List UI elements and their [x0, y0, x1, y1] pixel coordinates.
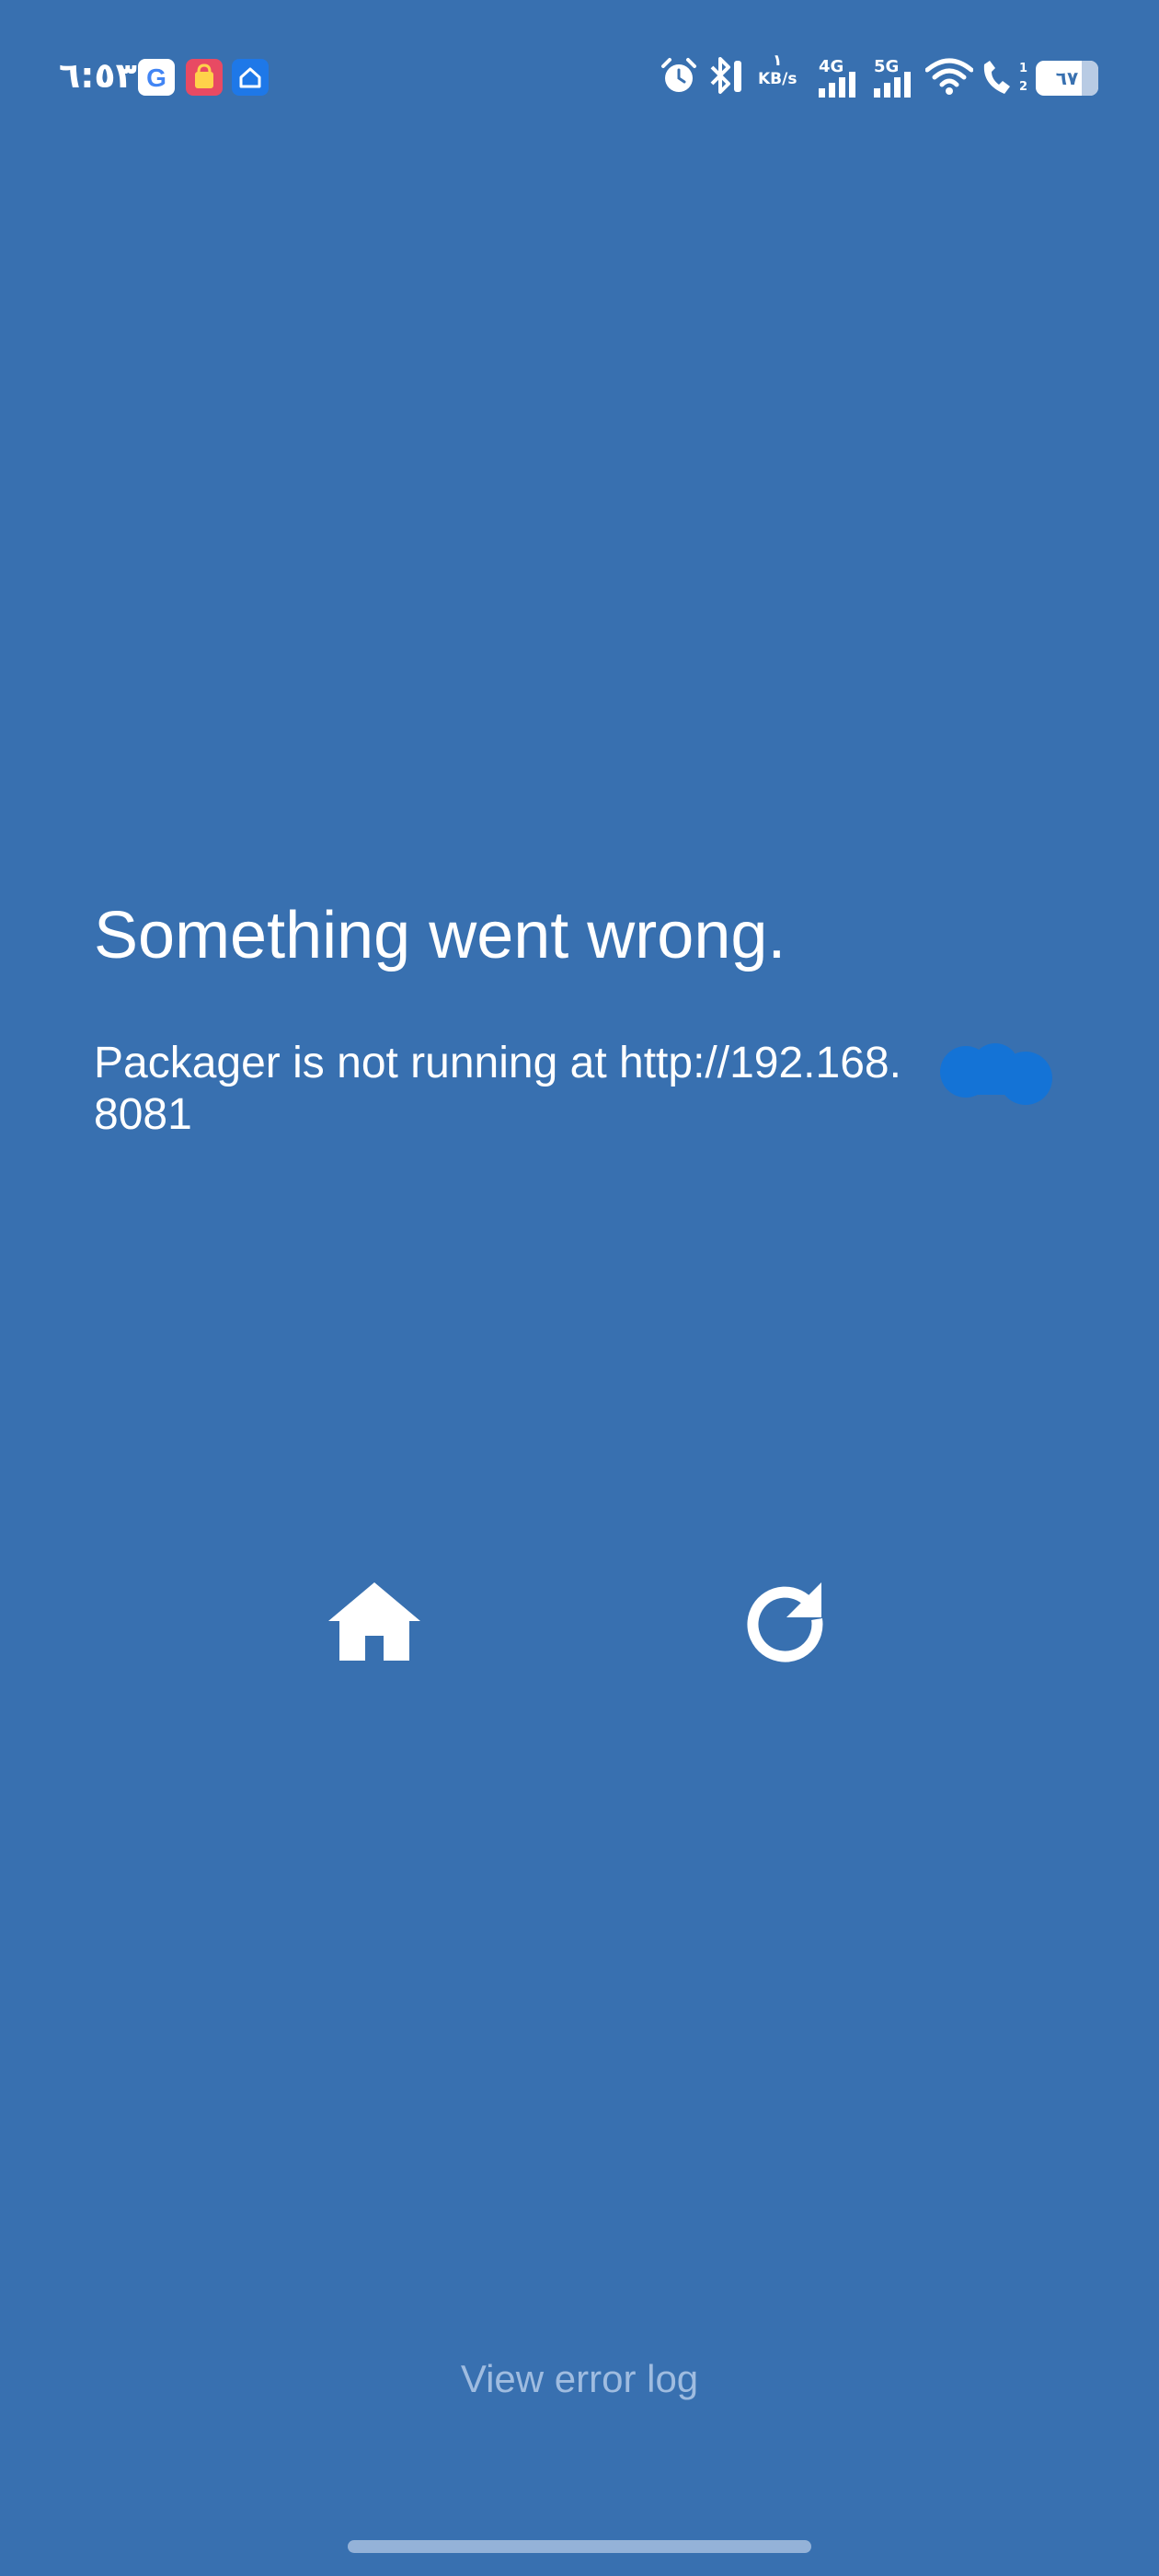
reload-icon [747, 1582, 823, 1662]
reload-button[interactable] [729, 1564, 840, 1674]
battery-icon: ٦٧ [1036, 61, 1098, 96]
home-gesture-bar[interactable] [348, 2540, 811, 2553]
smart-home-icon [232, 59, 269, 96]
wifi-calling-icon: 1 2 [979, 57, 1030, 101]
home-button[interactable] [319, 1564, 430, 1674]
google-icon: G [138, 59, 175, 96]
home-icon [328, 1582, 420, 1661]
status-bar: ٦:٥٣ G ١ KB/s 4G 5G 1 2 ٦٧ [0, 0, 1159, 156]
bluetooth-icon [705, 55, 747, 101]
view-error-log-link[interactable]: View error log [0, 2357, 1159, 2401]
alarm-icon [659, 55, 699, 101]
network-speed-unit: KB/s [758, 70, 798, 88]
redaction-scribble [938, 1040, 1058, 1117]
status-time: ٦:٥٣ [59, 55, 137, 96]
svg-text:1: 1 [1019, 62, 1027, 75]
battery-level: ٦٧ [1055, 67, 1079, 89]
shopping-bag-icon [186, 59, 223, 96]
network-speed-value: ١ [773, 52, 783, 70]
wifi-icon [924, 57, 974, 101]
signal-icon [819, 72, 861, 101]
error-title: Something went wrong. [94, 899, 786, 972]
network-speed: ١ KB/s [758, 52, 797, 88]
signal-icon [874, 72, 916, 101]
svg-text:G: G [146, 63, 166, 92]
svg-text:2: 2 [1019, 80, 1027, 94]
